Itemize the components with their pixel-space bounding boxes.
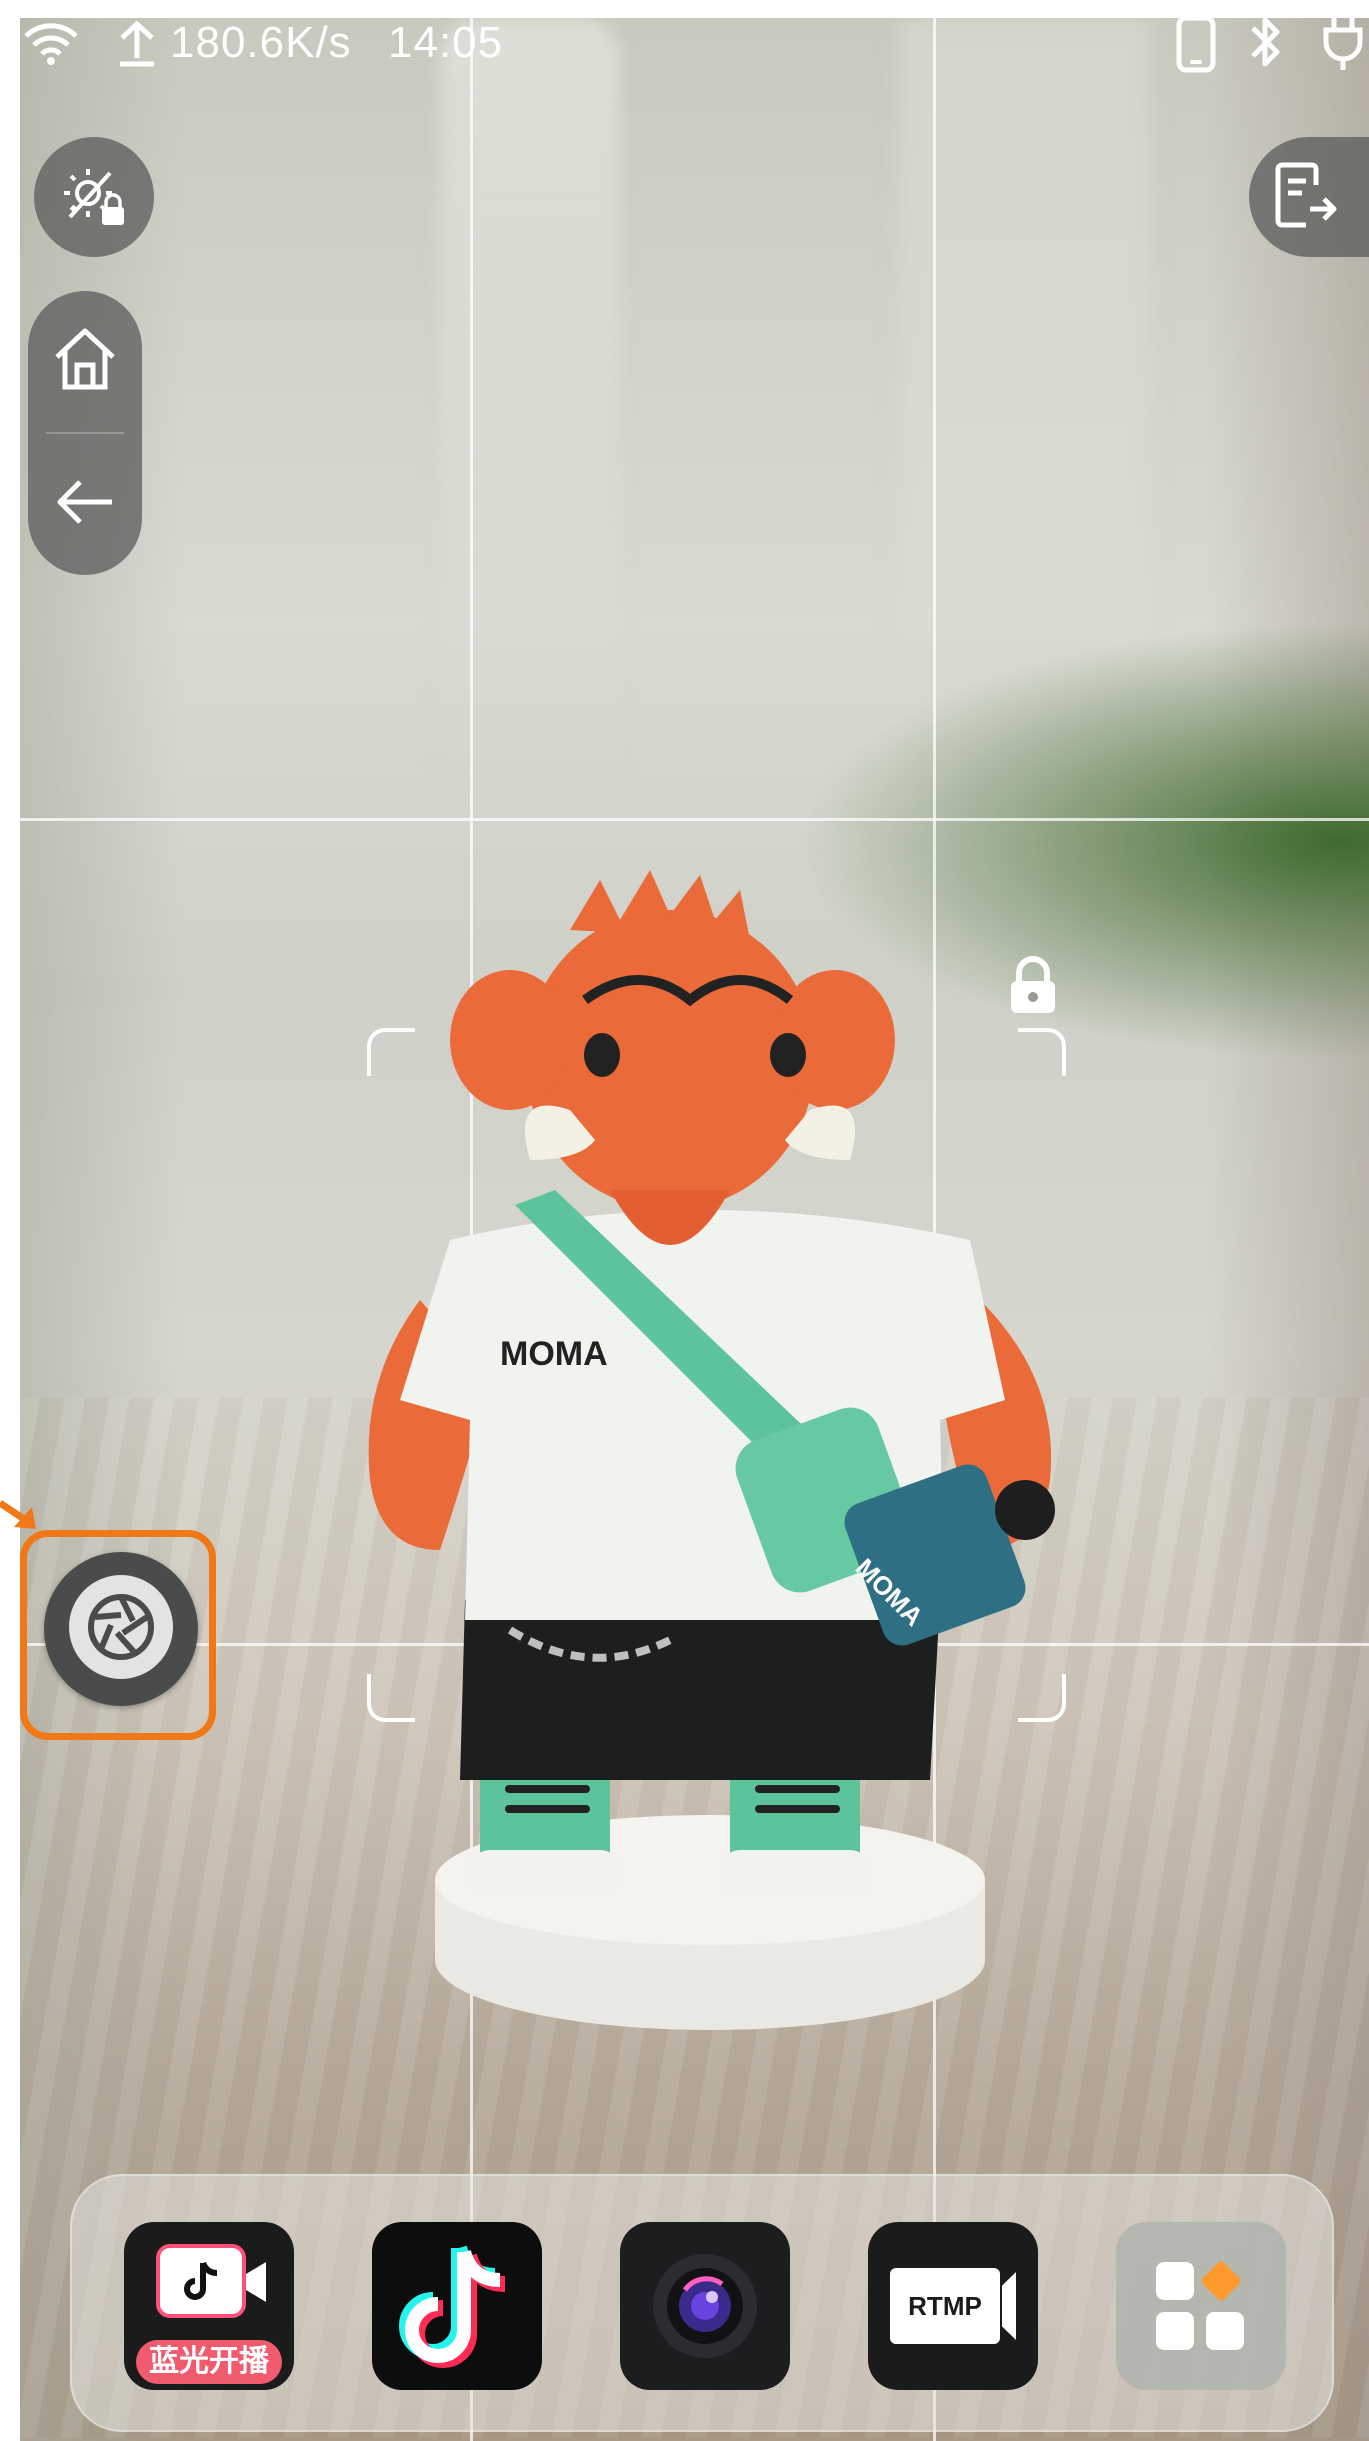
grid-line bbox=[20, 818, 1369, 821]
app-icon-camera[interactable] bbox=[620, 2222, 790, 2390]
status-bar: 180.6K/s 14:05 bbox=[0, 0, 1369, 90]
app-label: 蓝光开播 bbox=[136, 2340, 282, 2384]
svg-text:MOMA: MOMA bbox=[500, 1335, 608, 1373]
annotation-arrow bbox=[0, 1495, 40, 1535]
upload-icon bbox=[116, 18, 158, 73]
douyin-note-icon bbox=[399, 2245, 506, 2368]
app-dock: 蓝光开播 RTMP bbox=[70, 2174, 1334, 2432]
bluetooth-icon bbox=[1245, 12, 1285, 77]
app-icon-rtmp[interactable]: RTMP bbox=[868, 2222, 1038, 2390]
video-camera-icon bbox=[156, 2244, 246, 2318]
camera-lens-icon bbox=[653, 2254, 757, 2358]
background-blur-object bbox=[900, 18, 1150, 638]
app-icon-lanyguang-live[interactable]: 蓝光开播 bbox=[124, 2222, 294, 2390]
brightness-lock-button[interactable] bbox=[34, 137, 154, 257]
app-grid-icon bbox=[1156, 2261, 1244, 2350]
lock-icon[interactable] bbox=[1005, 955, 1061, 1017]
exit-document-icon bbox=[1272, 159, 1338, 236]
clock: 14:05 bbox=[388, 18, 504, 67]
charging-plug-icon bbox=[1322, 12, 1369, 77]
back-arrow-icon bbox=[52, 477, 118, 532]
rtmp-label: RTMP bbox=[908, 2290, 982, 2321]
navigation-pill bbox=[28, 291, 142, 575]
moma-figure: MOMA MOMA bbox=[368, 870, 1055, 2030]
exit-button[interactable] bbox=[1249, 137, 1369, 257]
app-icon-douyin[interactable] bbox=[372, 2222, 542, 2390]
camera-lens-shape bbox=[246, 2262, 266, 2302]
home-icon bbox=[49, 323, 121, 400]
back-button[interactable] bbox=[28, 434, 142, 574]
shutter-aperture-icon bbox=[61, 1567, 181, 1692]
brightness-lock-icon bbox=[58, 159, 130, 236]
rtmp-camera-shape: RTMP bbox=[890, 2268, 1000, 2344]
camera-lens-shape bbox=[1002, 2272, 1016, 2340]
home-button[interactable] bbox=[28, 291, 142, 431]
wifi-icon bbox=[22, 20, 80, 71]
shutter-button[interactable] bbox=[44, 1552, 198, 1706]
app-drawer-button[interactable] bbox=[1116, 2222, 1286, 2390]
background-blur-object bbox=[440, 18, 620, 798]
phone-icon bbox=[1175, 14, 1217, 79]
network-speed: 180.6K/s bbox=[170, 18, 352, 67]
